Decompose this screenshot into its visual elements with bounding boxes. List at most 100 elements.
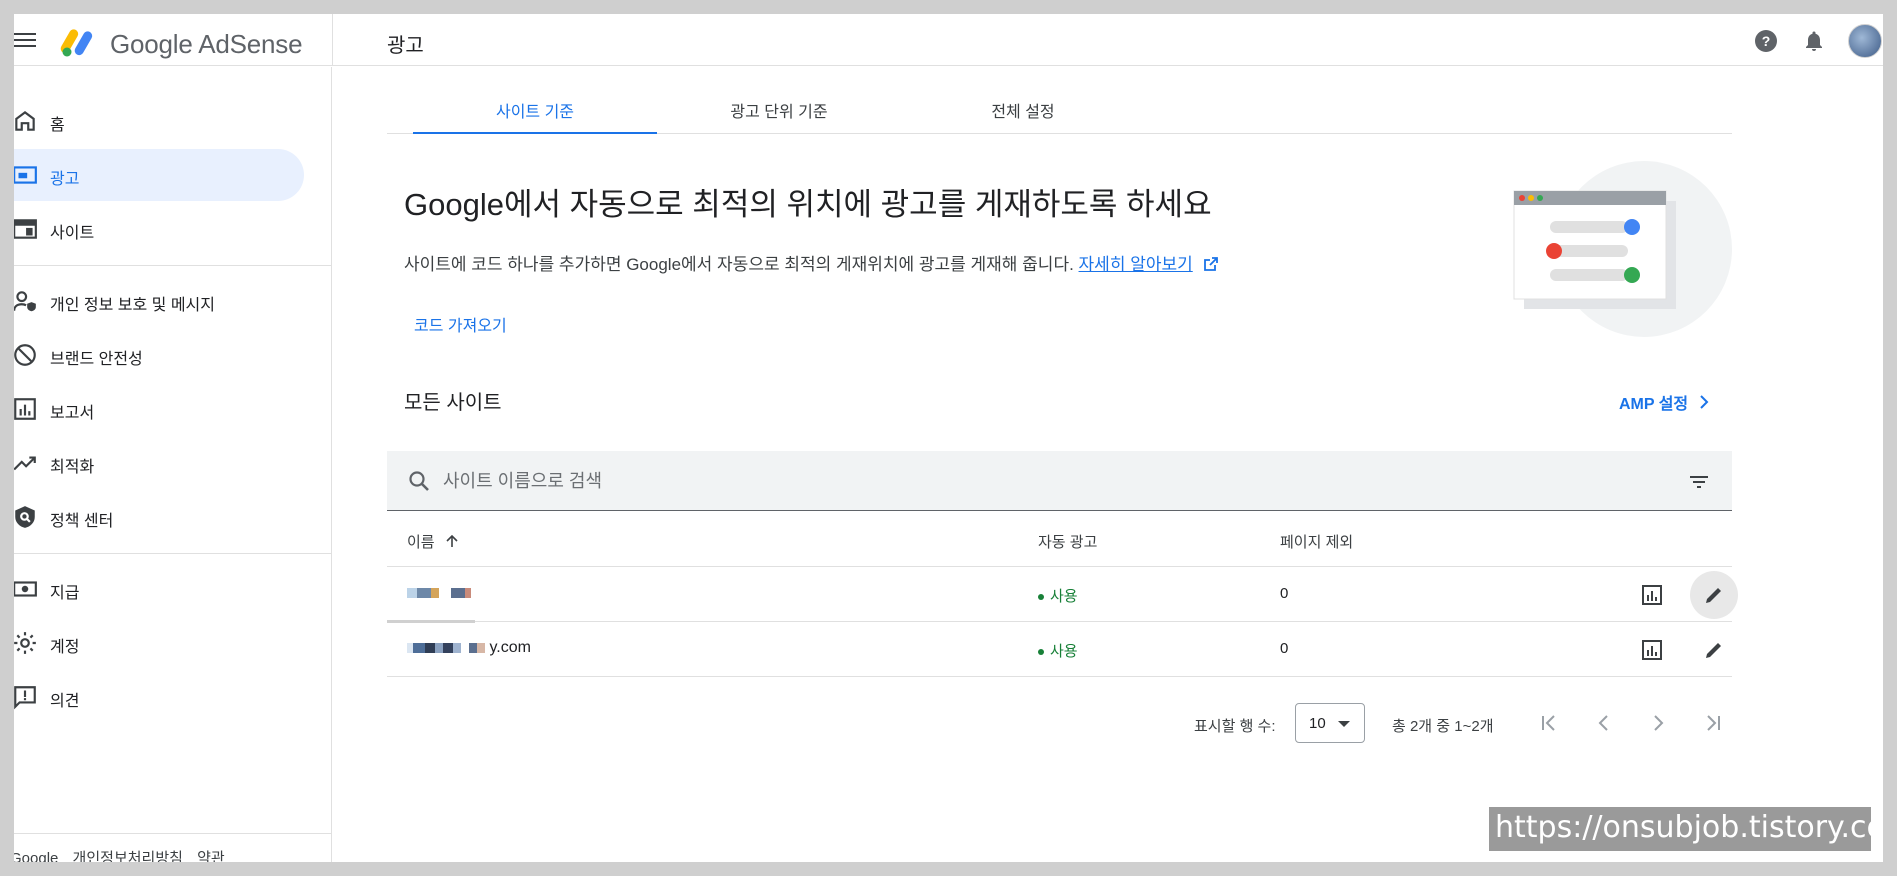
column-excluded-pages: 페이지 제외 <box>1280 534 1354 551</box>
open-in-new-icon[interactable] <box>1203 256 1219 272</box>
adsense-logo-icon <box>60 29 93 57</box>
payments-icon <box>14 581 37 597</box>
sites-icon <box>14 219 37 239</box>
column-name-label: 이름 <box>407 534 435 551</box>
sidebar-item-label: 사이트 <box>50 225 95 242</box>
privacy-link[interactable]: 개인정보처리방침 <box>73 850 183 862</box>
status-badge: 사용 <box>1038 640 1078 661</box>
tab-by-ad-unit[interactable]: 광고 단위 기준 <box>657 74 901 134</box>
reports-icon <box>14 398 36 420</box>
learn-more-link[interactable]: 자세히 알아보기 <box>1079 255 1193 274</box>
status-text: 사용 <box>1050 588 1078 605</box>
tab-bar: 사이트 기준 광고 단위 기준 전체 설정 <box>387 74 1732 134</box>
help-icon[interactable]: ? <box>1754 29 1778 53</box>
range-label: 총 2개 중 1~2개 <box>1392 718 1494 735</box>
brand-name: Google AdSense <box>110 29 303 59</box>
sidebar-item-sites[interactable]: 사이트 <box>14 203 304 255</box>
sidebar-item-optimize[interactable]: 최적화 <box>14 437 304 489</box>
excluded-count: 0 <box>1280 585 1289 602</box>
terms-link[interactable]: 약관 <box>197 850 225 862</box>
divider <box>14 833 332 834</box>
sidebar-footer: Google 개인정보처리방침 약관 <box>14 847 235 862</box>
sidebar-item-label: 광고 <box>50 171 80 188</box>
rows-per-page-select[interactable]: 10 <box>1295 703 1365 743</box>
banner-headline: Google에서 자동으로 최적의 위치에 광고를 게재하도록 하세요 <box>404 187 1212 222</box>
amp-settings-link[interactable]: AMP 설정 <box>1619 390 1710 414</box>
sites-table: 이름 자동 광고 페이지 제외 사용 0 y.com 사용 0 <box>387 512 1738 677</box>
menu-icon[interactable] <box>14 30 38 50</box>
pagination: 표시할 행 수: 10 총 2개 중 1~2개 <box>387 700 1732 748</box>
table-row[interactable]: y.com 사용 0 <box>387 622 1732 677</box>
sidebar-item-label: 최적화 <box>50 459 95 476</box>
sidebar-item-label: 지급 <box>50 585 80 602</box>
arrow-up-icon <box>446 534 458 547</box>
caret-down-icon <box>1338 721 1350 727</box>
prev-page-icon[interactable] <box>1591 710 1617 736</box>
divider <box>332 14 333 66</box>
site-name[interactable]: y.com <box>407 639 531 657</box>
app-window: Google AdSense 광고 ? 홈 광고 사이트 개인 정보 보호 및 … <box>14 14 1883 862</box>
sidebar-item-label: 의견 <box>50 693 80 710</box>
table-header: 이름 자동 광고 페이지 제외 <box>387 512 1732 567</box>
divider <box>14 553 332 554</box>
search-icon <box>409 471 429 491</box>
rows-per-page-label: 표시할 행 수: <box>1194 718 1276 735</box>
avatar[interactable] <box>1848 24 1882 58</box>
sidebar-item-home[interactable]: 홈 <box>14 95 304 147</box>
site-name-text: y.com <box>489 639 531 656</box>
sidebar-item-policy[interactable]: 정책 센터 <box>14 491 304 543</box>
pencil-icon <box>1706 643 1721 658</box>
site-name[interactable] <box>407 584 471 602</box>
tab-global-settings[interactable]: 전체 설정 <box>901 74 1145 134</box>
search-input[interactable] <box>443 463 1623 499</box>
rows-per-page-value: 10 <box>1309 715 1326 732</box>
table-row[interactable]: 사용 0 <box>387 567 1738 623</box>
bar-chart-icon <box>1642 585 1662 605</box>
sidebar-item-feedback[interactable]: 의견 <box>14 671 304 723</box>
sidebar-item-label: 계정 <box>50 639 80 656</box>
column-name[interactable]: 이름 <box>407 531 459 552</box>
sidebar-item-label: 정책 센터 <box>50 513 114 530</box>
sidebar-item-account[interactable]: 계정 <box>14 617 304 669</box>
status-badge: 사용 <box>1038 585 1078 606</box>
amp-settings-label: AMP 설정 <box>1619 396 1689 413</box>
edit-button[interactable] <box>1690 571 1738 619</box>
home-icon <box>15 110 35 131</box>
auto-ads-illustration <box>1513 161 1732 337</box>
banner-description-text: 사이트에 코드 하나를 추가하면 Google에서 자동으로 최적의 게재위치에… <box>404 255 1074 274</box>
all-sites-title: 모든 사이트 <box>404 392 502 414</box>
edit-button[interactable] <box>1690 626 1738 674</box>
next-page-icon[interactable] <box>1645 710 1671 736</box>
last-page-icon[interactable] <box>1699 710 1725 736</box>
watermark: https://onsubjob.tistory.com <box>1489 807 1883 851</box>
sidebar: 홈 광고 사이트 개인 정보 보호 및 메시지 브랜드 안전성 보고서 최적화 <box>14 67 332 862</box>
sidebar-item-label: 보고서 <box>50 405 95 422</box>
sidebar-item-ads[interactable]: 광고 <box>14 149 304 201</box>
site-search-bar <box>387 451 1732 511</box>
sidebar-item-label: 개인 정보 보호 및 메시지 <box>50 297 215 314</box>
bar-chart-icon <box>1642 640 1662 660</box>
report-button[interactable] <box>1628 571 1676 619</box>
footer-brand: Google <box>14 850 59 862</box>
top-bar: Google AdSense 광고 ? <box>14 14 1883 66</box>
first-page-icon[interactable] <box>1537 710 1563 736</box>
sidebar-item-payments[interactable]: 지급 <box>14 563 304 615</box>
svg-text:?: ? <box>1762 33 1771 49</box>
page-title: 광고 <box>387 35 424 57</box>
filter-icon[interactable] <box>1687 470 1711 494</box>
privacy-icon <box>14 291 36 312</box>
sidebar-item-label: 홈 <box>50 117 65 134</box>
block-icon <box>14 344 36 366</box>
gear-icon <box>14 632 36 654</box>
sidebar-item-reports[interactable]: 보고서 <box>14 383 304 435</box>
ads-icon <box>14 166 37 184</box>
excluded-count: 0 <box>1280 640 1289 657</box>
sidebar-item-brand-safety[interactable]: 브랜드 안전성 <box>14 329 304 381</box>
tab-by-site[interactable]: 사이트 기준 <box>413 74 657 134</box>
column-auto-ads: 자동 광고 <box>1038 534 1098 551</box>
report-button[interactable] <box>1628 626 1676 674</box>
sidebar-item-privacy[interactable]: 개인 정보 보호 및 메시지 <box>14 275 304 327</box>
pencil-icon <box>1706 588 1721 603</box>
get-code-button[interactable]: 코드 가져오기 <box>414 312 507 336</box>
notifications-icon[interactable] <box>1802 29 1826 53</box>
